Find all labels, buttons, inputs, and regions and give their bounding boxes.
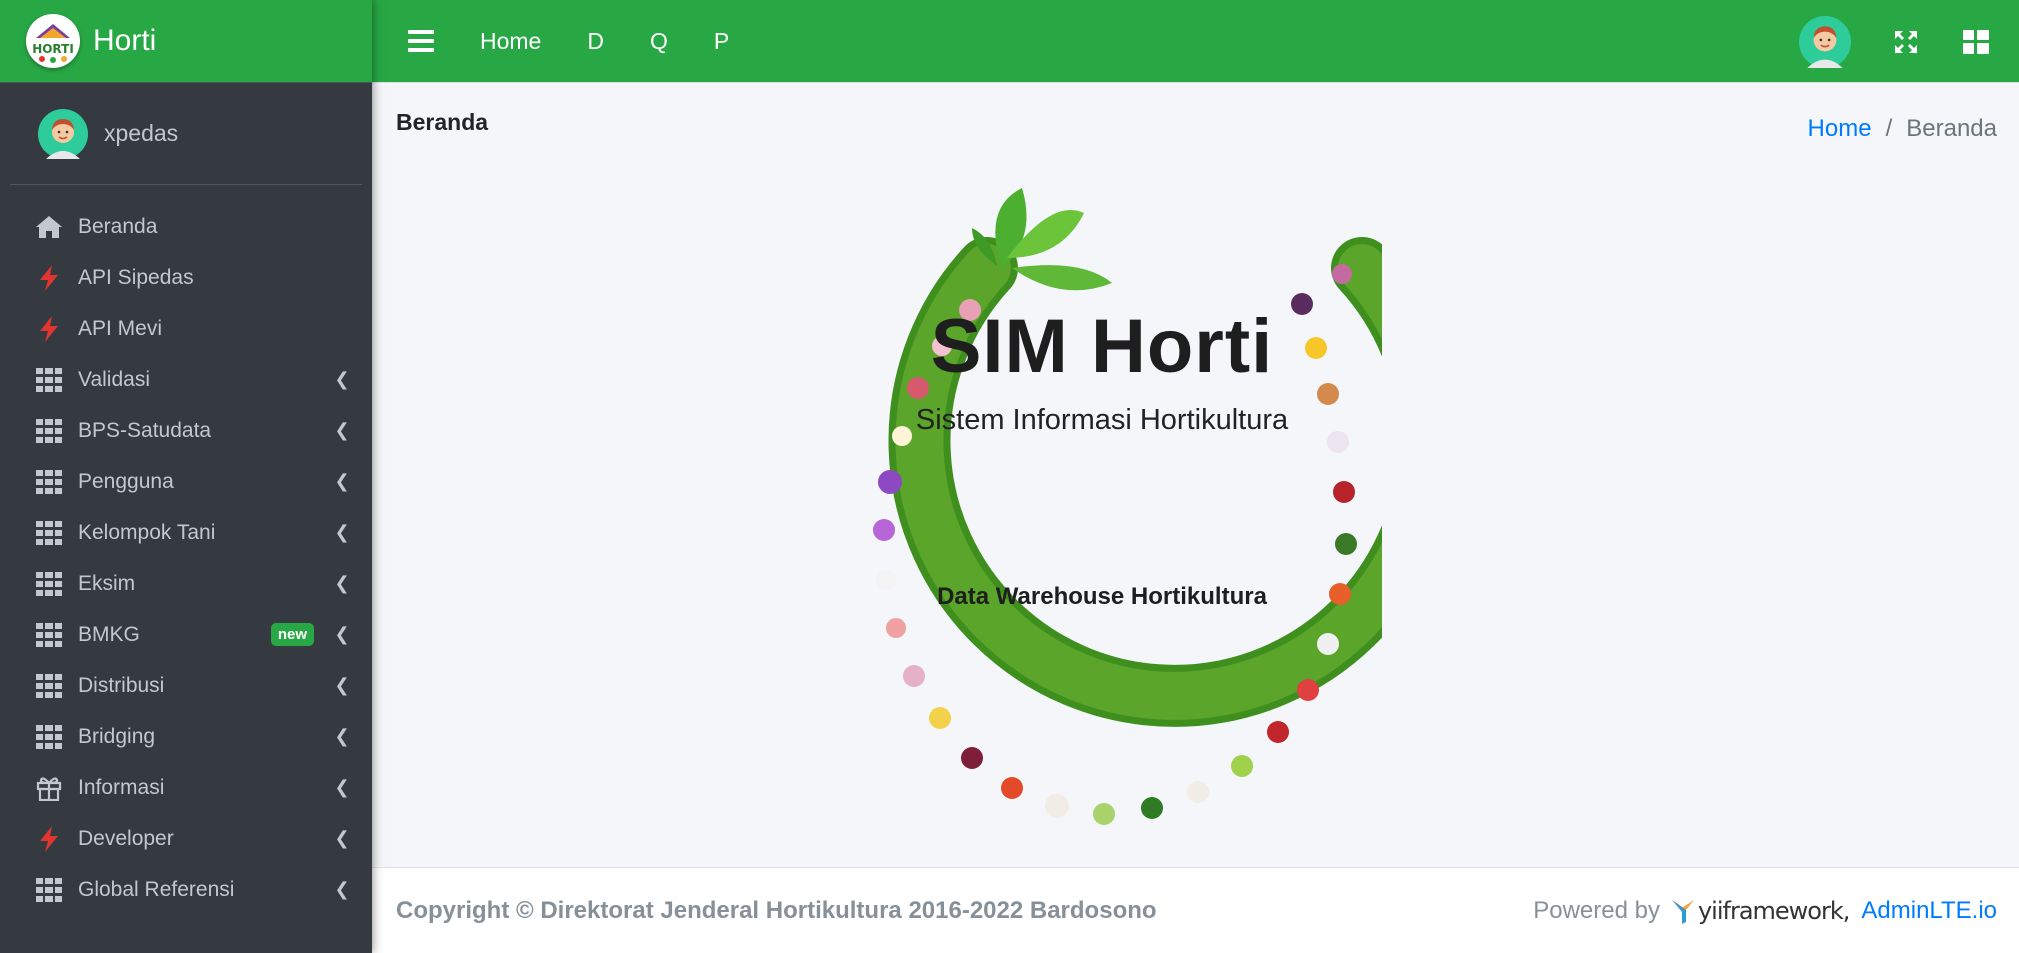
yii-framework-link[interactable]: yiiframework, <box>1668 896 1850 926</box>
main-footer: Copyright © Direktorat Jenderal Hortikul… <box>372 867 2019 953</box>
yii-text: yiiframework, <box>1697 896 1850 925</box>
grid-icon <box>34 569 64 599</box>
produce-ring-image <box>873 188 1461 825</box>
sidebar-item-validasi[interactable]: Validasi ❮ <box>0 354 372 405</box>
hero-subtitle: Sistem Informasi Hortikultura <box>915 404 1289 436</box>
sidebar-item-eksim[interactable]: Eksim ❮ <box>0 558 372 609</box>
sidebar-item-informasi[interactable]: Informasi ❮ <box>0 762 372 813</box>
grid-icon <box>34 875 64 905</box>
powered-by: Powered by yiiframework, AdminLTE.io <box>1533 896 1997 926</box>
grid-icon <box>34 722 64 752</box>
chevron-left-icon: ❮ <box>334 675 350 695</box>
sidebar-item-label: Informasi <box>78 775 165 799</box>
sidebar-item-label: BMKG <box>78 622 140 646</box>
brand-logo: HORTI <box>26 14 80 68</box>
chevron-left-icon: ❮ <box>334 777 350 797</box>
sidebar-item-label: Bridging <box>78 724 156 748</box>
sidebar-item-bps-satudata[interactable]: BPS-Satudata ❮ <box>0 405 372 456</box>
user-menu-avatar[interactable] <box>1799 16 1851 68</box>
sidebar-menu: Beranda API Sipedas API Mevi Validasi ❮ <box>0 185 372 915</box>
grid-icon <box>34 518 64 548</box>
sidebar-item-pengguna[interactable]: Pengguna ❮ <box>0 456 372 507</box>
menu-toggle-icon[interactable] <box>408 30 434 52</box>
sidebar-item-distribusi[interactable]: Distribusi ❮ <box>0 660 372 711</box>
bolt-icon <box>34 263 64 293</box>
sidebar-item-global-referensi[interactable]: Global Referensi ❮ <box>0 864 372 915</box>
brand-name: Horti <box>93 24 157 57</box>
new-badge: new <box>270 623 314 646</box>
hero-title: SIM Horti <box>930 304 1274 389</box>
chevron-left-icon: ❮ <box>334 573 350 593</box>
grid-icon <box>34 416 64 446</box>
grid-icon <box>34 620 64 650</box>
user-avatar <box>38 108 88 159</box>
topnav-p-link[interactable]: P <box>714 28 729 55</box>
sidebar-item-beranda[interactable]: Beranda <box>0 201 372 252</box>
sidebar-item-api-sipedas[interactable]: API Sipedas <box>0 252 372 303</box>
sidebar-item-label: Developer <box>78 826 174 850</box>
bolt-icon <box>34 314 64 344</box>
page-title: Beranda <box>396 109 489 135</box>
breadcrumb-home-link[interactable]: Home <box>1808 115 1872 143</box>
gift-icon <box>34 773 64 803</box>
hero-tagline: Data Warehouse Hortikultura <box>937 583 1267 610</box>
breadcrumb-current: Beranda <box>1906 115 1997 142</box>
sidebar-item-bmkg[interactable]: BMKG new ❮ <box>0 609 372 660</box>
topnav-q-link[interactable]: Q <box>650 28 668 55</box>
bolt-icon <box>34 824 64 854</box>
chevron-left-icon: ❮ <box>334 726 350 746</box>
sidebar-item-label: Validasi <box>78 367 150 391</box>
sidebar-item-label: Eksim <box>78 571 136 595</box>
sidebar-item-bridging[interactable]: Bridging ❮ <box>0 711 372 762</box>
powered-by-label: Powered by <box>1533 896 1660 924</box>
topnav-d-link[interactable]: D <box>587 28 604 55</box>
sidebar-item-kelompok-tani[interactable]: Kelompok Tani ❮ <box>0 507 372 558</box>
grid-icon <box>34 365 64 395</box>
user-panel[interactable]: xpedas <box>10 83 362 185</box>
breadcrumb-separator: / <box>1885 115 1893 142</box>
adminlte-link[interactable]: AdminLTE.io <box>1861 897 1997 925</box>
copyright-text: Copyright © Direktorat Jenderal Hortikul… <box>396 896 1157 924</box>
brand-link[interactable]: HORTI Horti <box>0 0 372 83</box>
sidebar-item-api-mevi[interactable]: API Mevi <box>0 303 372 354</box>
content-wrapper: Beranda Home / Beranda SIM Horti Sistem … <box>372 83 2019 867</box>
sidebar-item-label: API Sipedas <box>78 265 194 289</box>
chevron-left-icon: ❮ <box>334 624 350 644</box>
grid-icon <box>34 467 64 497</box>
sidebar-item-developer[interactable]: Developer ❮ <box>0 813 372 864</box>
topnav-home-link[interactable]: Home <box>480 28 541 55</box>
chevron-left-icon: ❮ <box>334 828 350 848</box>
top-navbar: Home D Q P <box>372 0 2019 83</box>
svg-text:HORTI: HORTI <box>32 42 74 56</box>
chevron-left-icon: ❮ <box>334 879 350 899</box>
chevron-left-icon: ❮ <box>334 522 350 542</box>
user-name: xpedas <box>104 120 179 146</box>
sidebar-item-label: BPS-Satudata <box>78 418 212 442</box>
sidebar-item-label: Distribusi <box>78 673 165 697</box>
fullscreen-icon[interactable] <box>1891 27 1921 57</box>
grid-icon <box>34 671 64 701</box>
control-sidebar-icon[interactable] <box>1961 27 1991 57</box>
chevron-left-icon: ❮ <box>334 420 350 440</box>
sidebar-item-label: Pengguna <box>78 469 174 493</box>
yii-logo-icon <box>1671 899 1694 924</box>
topnav-right <box>1799 16 1991 68</box>
home-icon <box>34 212 64 242</box>
chevron-left-icon: ❮ <box>334 471 350 491</box>
sidebar-item-label: Beranda <box>78 214 158 238</box>
sidebar-item-label: API Mevi <box>78 316 163 340</box>
hero-banner: SIM Horti Sistem Informasi Hortikultura … <box>822 98 1461 858</box>
sidebar-item-label: Kelompok Tani <box>78 520 216 544</box>
sidebar-item-label: Global Referensi <box>78 877 235 901</box>
chevron-left-icon: ❮ <box>334 369 350 389</box>
breadcrumb: Home / Beranda <box>1808 115 1997 143</box>
main-sidebar: HORTI Horti xpedas Beranda API Sipedas A… <box>0 0 372 953</box>
